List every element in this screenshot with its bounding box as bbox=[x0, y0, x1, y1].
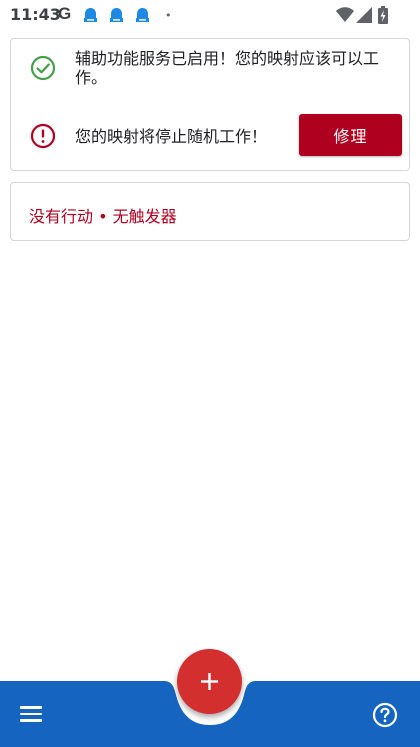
notification-icon bbox=[84, 8, 97, 22]
battery-charging-icon bbox=[378, 6, 388, 24]
mapping-warning-row: 您的映射将停止随机工作！ 修理 bbox=[11, 101, 409, 172]
fix-button[interactable]: 修理 bbox=[299, 114, 402, 156]
no-actions-no-triggers-label: 没有行动 • 无触发器 bbox=[29, 207, 177, 226]
help-icon[interactable] bbox=[372, 702, 398, 728]
notification-icon bbox=[110, 8, 123, 22]
check-circle-icon bbox=[30, 55, 56, 81]
clock: 11:43 bbox=[10, 5, 61, 24]
more-notifications-indicator: • bbox=[165, 9, 172, 22]
mapping-item-card[interactable]: 没有行动 • 无触发器 bbox=[10, 182, 410, 241]
signal-icon bbox=[356, 7, 372, 23]
google-icon: G bbox=[58, 4, 72, 23]
service-enabled-message: 辅助功能服务已启用！您的映射应该可以工作。 bbox=[75, 49, 380, 87]
add-mapping-fab[interactable] bbox=[177, 649, 242, 714]
notification-icon bbox=[136, 8, 149, 22]
status-bar: 11:43 G • bbox=[0, 0, 420, 30]
wifi-icon bbox=[336, 7, 354, 22]
mapping-warning-message: 您的映射将停止随机工作！ bbox=[75, 127, 268, 146]
service-enabled-row: 辅助功能服务已启用！您的映射应该可以工作。 bbox=[11, 39, 409, 101]
service-status-card: 辅助功能服务已启用！您的映射应该可以工作。 您的映射将停止随机工作！ 修理 bbox=[10, 38, 410, 171]
add-icon bbox=[201, 673, 218, 690]
hamburger-menu-icon[interactable] bbox=[20, 706, 44, 724]
error-circle-icon bbox=[30, 123, 56, 149]
